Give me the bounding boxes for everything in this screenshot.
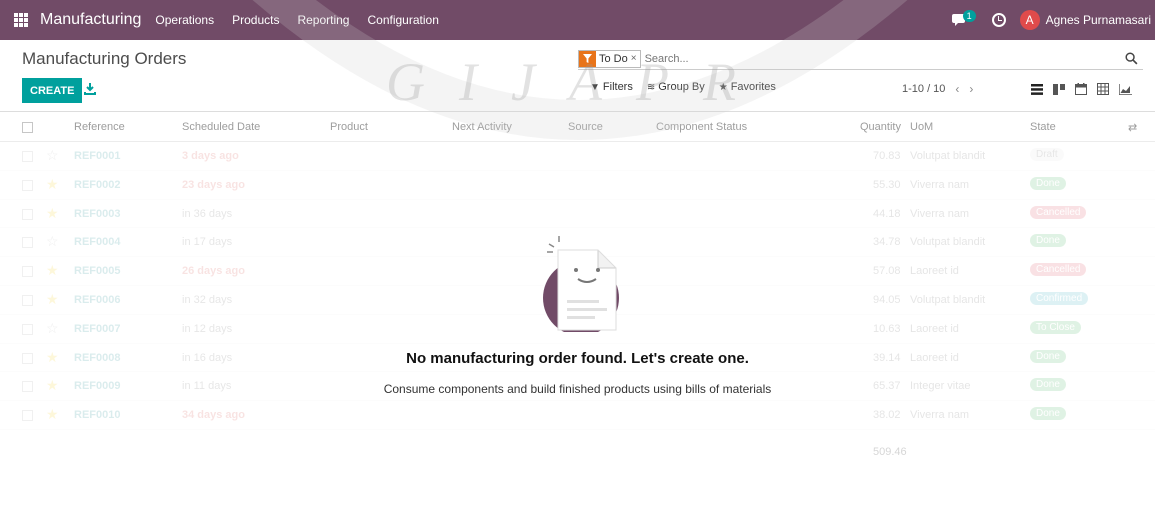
search-bar: To Do × — [578, 48, 1143, 70]
optional-columns-icon[interactable]: ⇄ — [1128, 121, 1137, 134]
row-uom: Viverra nam — [910, 409, 970, 422]
row-quantity: 38.02 — [873, 409, 901, 422]
select-all-checkbox[interactable] — [22, 122, 33, 133]
groupby-label: Group By — [658, 81, 705, 93]
row-quantity: 55.30 — [873, 178, 901, 191]
search-icon[interactable] — [1125, 51, 1139, 66]
funnel-icon: ▼ — [590, 81, 600, 93]
row-uom: Volutpat blandit — [910, 150, 986, 162]
list-view-icon[interactable] — [1026, 80, 1048, 98]
col-source[interactable]: Source — [568, 121, 603, 133]
row-scheduled-date: 3 days ago — [182, 150, 239, 162]
col-quantity[interactable]: Quantity — [860, 121, 901, 133]
avatar[interactable]: A — [1019, 10, 1040, 30]
download-icon[interactable] — [83, 82, 97, 96]
row-quantity: 70.83 — [873, 150, 901, 162]
facet-remove-icon[interactable]: × — [631, 53, 640, 64]
empty-helper-subtitle: Consume components and build finished pr… — [383, 382, 772, 396]
pager-previous-icon[interactable]: ‹ — [955, 82, 959, 96]
row-checkbox[interactable] — [22, 208, 33, 220]
row-scheduled-date: in 36 days — [182, 207, 233, 220]
row-reference[interactable]: REF0002 — [74, 179, 120, 191]
status-badge: Draft — [1030, 148, 1064, 161]
status-badge: Cancelled — [1030, 205, 1087, 219]
table-row[interactable]: ★ REF0010 34 days ago 38.02 Viverra nam … — [0, 401, 1155, 430]
priority-star-icon[interactable]: ★ — [46, 176, 59, 193]
empty-document-illustration — [523, 222, 633, 336]
facet-label: To Do — [599, 52, 628, 65]
status-badge: Done — [1030, 176, 1066, 190]
row-uom: Viverra nam — [910, 178, 970, 191]
chat-icon[interactable]: 1 — [951, 10, 978, 30]
list-header: Reference Scheduled Date Product Next Ac… — [0, 113, 1155, 142]
col-uom[interactable]: UoM — [910, 121, 933, 133]
top-navbar: Manufacturing Operations Products Report… — [0, 0, 1155, 40]
row-checkbox[interactable] — [22, 410, 33, 422]
row-scheduled-date: 34 days ago — [182, 409, 245, 422]
app-brand[interactable]: Manufacturing — [40, 11, 141, 29]
calendar-view-icon[interactable] — [1070, 80, 1092, 98]
filter-facet: To Do × — [578, 49, 641, 68]
filters-label: Filters — [602, 81, 633, 93]
apps-menu-icon[interactable] — [14, 13, 32, 27]
pager-value[interactable]: 1-10 / 10 — [902, 83, 945, 95]
col-scheduled-date[interactable]: Scheduled Date — [182, 121, 260, 133]
graph-view-icon[interactable] — [1114, 80, 1136, 98]
row-checkbox[interactable] — [22, 179, 33, 191]
kanban-view-icon[interactable] — [1048, 80, 1070, 98]
row-scheduled-date: 23 days ago — [182, 178, 245, 191]
user-name[interactable]: Agnes Purnamasari — [1046, 13, 1151, 27]
menu-products[interactable]: Products — [232, 13, 279, 27]
search-options: ▼ Filters ≋ Group By ★ Favorites — [590, 81, 790, 93]
table-row[interactable]: ★ REF0002 23 days ago 55.30 Viverra nam … — [0, 171, 1155, 200]
create-button[interactable]: CREATE — [22, 78, 83, 103]
activity-clock-icon[interactable] — [991, 13, 1006, 27]
row-uom: Viverra nam — [910, 207, 970, 220]
row-state: Draft — [1030, 148, 1064, 161]
empty-helper: No manufacturing order found. Let's crea… — [0, 222, 1155, 396]
status-badge: Done — [1030, 407, 1066, 421]
favorites-button[interactable]: ★ Favorites — [719, 81, 776, 93]
empty-helper-title: No manufacturing order found. Let's crea… — [406, 350, 749, 367]
total-quantity: 509.46 — [873, 446, 907, 458]
filters-button[interactable]: ▼ Filters — [590, 81, 633, 93]
menu-operations[interactable]: Operations — [155, 13, 214, 27]
row-reference[interactable]: REF0003 — [74, 208, 120, 220]
priority-star-icon[interactable]: ★ — [46, 406, 59, 423]
groupby-button[interactable]: ≋ Group By — [647, 81, 705, 93]
col-reference[interactable]: Reference — [74, 121, 125, 133]
page-title: Manufacturing Orders — [22, 49, 187, 68]
table-row[interactable]: ☆ REF0001 3 days ago 70.83 Volutpat blan… — [0, 142, 1155, 171]
priority-star-icon[interactable]: ☆ — [46, 147, 59, 164]
col-product[interactable]: Product — [330, 121, 368, 133]
star-icon: ★ — [718, 81, 728, 93]
filter-icon — [579, 50, 596, 67]
pager-next-icon[interactable]: › — [969, 82, 973, 96]
search-input[interactable] — [644, 49, 1125, 68]
favorites-label: Favorites — [730, 81, 776, 93]
control-panel: Manufacturing Orders CREATE To Do × ▼Fil… — [0, 40, 1155, 112]
col-state[interactable]: State — [1030, 121, 1056, 133]
chat-count-badge: 1 — [962, 10, 976, 22]
col-component-status[interactable]: Component Status — [656, 121, 747, 133]
priority-star-icon[interactable]: ★ — [46, 205, 59, 222]
row-checkbox[interactable] — [22, 151, 33, 162]
row-state: Done — [1030, 176, 1066, 190]
view-switcher — [1026, 80, 1136, 98]
row-reference[interactable]: REF0001 — [74, 150, 120, 162]
row-reference[interactable]: REF0010 — [74, 409, 120, 421]
menu-configuration[interactable]: Configuration — [367, 13, 438, 27]
row-state: Done — [1030, 407, 1066, 421]
row-quantity: 44.18 — [873, 207, 901, 220]
row-state: Cancelled — [1030, 205, 1087, 219]
col-next-activity[interactable]: Next Activity — [452, 121, 512, 133]
menu-reporting[interactable]: Reporting — [297, 13, 349, 27]
layers-icon: ≋ — [646, 81, 656, 93]
pager: 1-10 / 10 ‹ › — [902, 82, 973, 96]
pivot-view-icon[interactable] — [1092, 80, 1114, 98]
